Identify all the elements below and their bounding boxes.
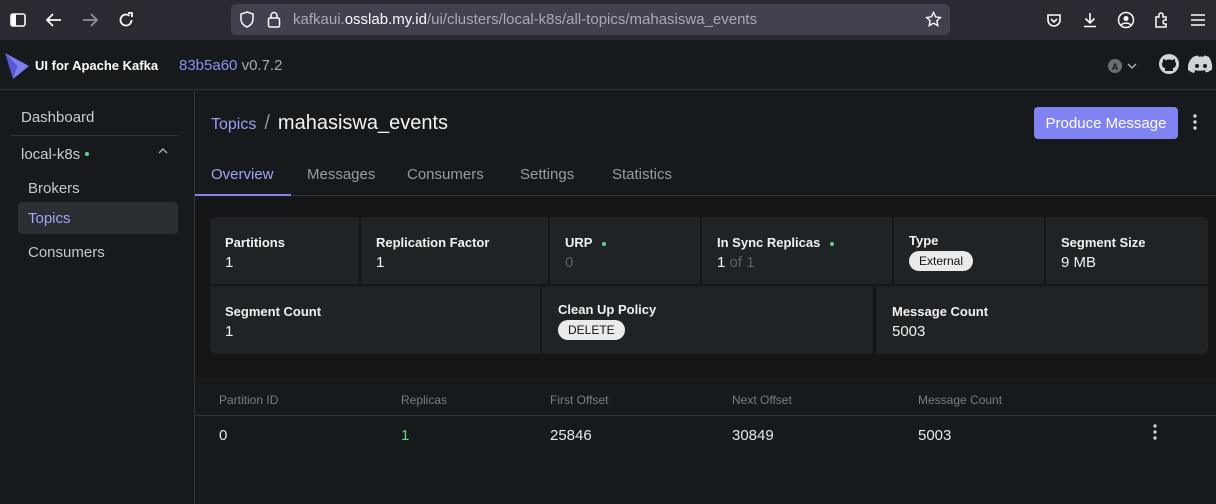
- menu-icon[interactable]: [1180, 0, 1216, 40]
- next-offset-cell: 30849: [732, 427, 774, 444]
- stat-partitions: Partitions 1: [210, 217, 359, 284]
- sidebar-item-brokers[interactable]: Brokers: [18, 172, 178, 204]
- stat-type: Type External: [894, 217, 1044, 284]
- stat-label: Clean Up Policy: [558, 302, 657, 317]
- column-header[interactable]: Replicas: [401, 393, 447, 407]
- partition-id-cell: 0: [219, 427, 228, 444]
- url-bar[interactable]: kafkaui.osslab.my.id/ui/clusters/local-k…: [231, 4, 950, 35]
- page-title: mahasiswa_events: [277, 112, 449, 134]
- stat-in-sync-replicas: In Sync Replicas 1 of 1: [702, 217, 892, 284]
- breadcrumb: Topics / mahasiswa_events: [211, 112, 448, 135]
- produce-message-button[interactable]: Produce Message: [1034, 107, 1178, 139]
- breadcrumb-separator: /: [264, 112, 270, 134]
- account-icon[interactable]: [1108, 0, 1144, 40]
- browser-toolbar: kafkaui.osslab.my.id/ui/clusters/local-k…: [0, 0, 1216, 40]
- bookmark-star-icon[interactable]: [925, 10, 942, 33]
- stat-value: 0: [565, 254, 574, 271]
- app-name[interactable]: UI for Apache Kafka: [35, 58, 158, 73]
- status-dot: [602, 241, 607, 246]
- back-arrow-icon[interactable]: [36, 0, 72, 40]
- replicas-cell: 1: [401, 427, 410, 444]
- tab-overview[interactable]: Overview: [195, 166, 291, 196]
- main-content: Topics / mahasiswa_events Produce Messag…: [195, 90, 1216, 504]
- partitions-table-header: Partition ID Replicas First Offset Next …: [195, 390, 1216, 416]
- breadcrumb-topics-link[interactable]: Topics: [211, 116, 256, 134]
- stat-label: In Sync Replicas: [717, 235, 835, 250]
- sidebar-item-topics[interactable]: Topics: [18, 202, 178, 234]
- stat-message-count: Message Count 5003: [876, 286, 1208, 354]
- shield-icon[interactable]: [239, 11, 255, 33]
- tab-messages[interactable]: Messages: [307, 166, 375, 196]
- tab-consumers[interactable]: Consumers: [407, 166, 484, 196]
- stat-segment-count: Segment Count 1: [210, 286, 540, 354]
- stat-label: URP: [565, 235, 607, 250]
- column-header[interactable]: Message Count: [918, 393, 1002, 407]
- stat-label: Message Count: [892, 304, 989, 319]
- stat-label: Type: [909, 233, 939, 248]
- stat-value: 1: [376, 254, 385, 271]
- stat-label: Segment Size: [1061, 235, 1146, 250]
- stat-value: 9 MB: [1061, 254, 1097, 271]
- more-actions-icon[interactable]: [1193, 114, 1197, 135]
- app-header: UI for Apache Kafka 83b5a60 v0.7.2 A: [0, 40, 1216, 90]
- tab-statistics[interactable]: Statistics: [612, 166, 672, 196]
- topic-stats: Partitions 1 Replication Factor 1 URP 0 …: [195, 197, 1216, 377]
- sidebar-toggle-icon[interactable]: [0, 0, 36, 40]
- sidebar-divider: [10, 135, 178, 136]
- column-header[interactable]: First Offset: [550, 393, 608, 407]
- column-header[interactable]: Next Offset: [732, 393, 792, 407]
- discord-icon[interactable]: [1187, 55, 1214, 80]
- stat-urp: URP 0: [550, 217, 700, 284]
- cluster-name: local-k8s: [21, 145, 81, 163]
- stat-value: 1: [225, 323, 234, 340]
- svg-text:A: A: [1112, 62, 1119, 72]
- cleanup-policy-badge: DELETE: [558, 320, 625, 340]
- kafka-logo-icon[interactable]: [5, 53, 29, 84]
- extensions-icon[interactable]: [1144, 0, 1180, 40]
- lock-icon[interactable]: [267, 11, 281, 33]
- commit-hash[interactable]: 83b5a60: [179, 57, 237, 74]
- github-icon[interactable]: [1158, 53, 1180, 80]
- stat-label: Partitions: [225, 235, 285, 250]
- status-dot: [830, 241, 835, 246]
- chevron-up-icon[interactable]: [158, 146, 168, 157]
- forward-arrow-icon[interactable]: [72, 0, 108, 40]
- pocket-icon[interactable]: [1036, 0, 1072, 40]
- row-actions-icon[interactable]: [1153, 424, 1157, 445]
- version-number: v0.7.2: [241, 57, 283, 74]
- tab-settings[interactable]: Settings: [520, 166, 574, 196]
- stat-label: Segment Count: [225, 304, 322, 319]
- stat-cleanup-policy: Clean Up Policy DELETE: [542, 286, 873, 354]
- column-header[interactable]: Partition ID: [219, 393, 278, 407]
- sidebar: Dashboard local-k8s Brokers Topics Consu…: [0, 90, 195, 504]
- download-icon[interactable]: [1072, 0, 1108, 40]
- stat-value: 5003: [892, 323, 926, 340]
- stat-value: 1: [225, 254, 234, 271]
- type-badge: External: [909, 251, 974, 271]
- first-offset-cell: 25846: [550, 427, 592, 444]
- stat-label: Replication Factor: [376, 235, 490, 250]
- url-text[interactable]: kafkaui.osslab.my.id/ui/clusters/local-k…: [293, 11, 757, 28]
- stat-value: 1 of 1: [717, 254, 755, 271]
- topic-tabs: Overview Messages Consumers Settings Sta…: [195, 160, 1216, 196]
- message-count-cell: 5003: [918, 427, 952, 444]
- reload-icon[interactable]: [108, 0, 144, 40]
- sidebar-cluster-local-k8s[interactable]: local-k8s: [18, 138, 178, 170]
- sidebar-item-dashboard[interactable]: Dashboard: [18, 101, 178, 133]
- stat-replication-factor: Replication Factor 1: [361, 217, 548, 284]
- stat-segment-size: Segment Size 9 MB: [1046, 217, 1208, 284]
- table-row[interactable]: 0 1 25846 30849 5003: [195, 417, 1216, 453]
- version-info: 83b5a60 v0.7.2: [179, 57, 282, 74]
- cluster-online-indicator: [85, 152, 90, 156]
- sidebar-item-consumers[interactable]: Consumers: [18, 236, 178, 268]
- user-avatar-dropdown[interactable]: A: [1107, 53, 1141, 84]
